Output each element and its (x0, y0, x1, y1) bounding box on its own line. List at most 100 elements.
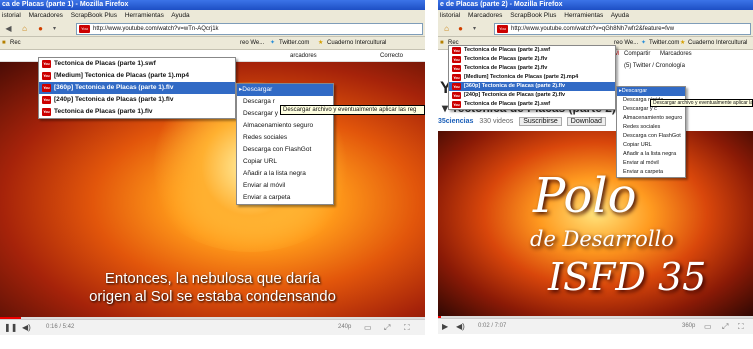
menu-herramientas[interactable]: Herramientas (564, 12, 603, 19)
download-item[interactable]: You Tectonica de Placas (parte 2).flv (449, 55, 615, 64)
back-icon[interactable]: ◀ (2, 23, 15, 35)
subtitle-line-2: origen al Sol se estaba condensando (89, 288, 336, 305)
menu-item-redes[interactable]: Redes sociales (237, 132, 333, 144)
pause-icon[interactable]: ❚❚ (4, 320, 17, 335)
menu-item-copiar-url[interactable]: Copiar URL (617, 141, 685, 150)
download-context-menu: ▸Descargar Descarga r Descargar y conver… (236, 83, 334, 205)
menu-ayuda[interactable]: Ayuda (611, 12, 629, 19)
fullscreen-icon[interactable]: ⛶ (738, 319, 744, 334)
menu-item-redes[interactable]: Redes sociales (617, 123, 685, 132)
menu-scrapbook[interactable]: ScrapBook Plus (71, 12, 117, 19)
youtube-icon: You (42, 96, 51, 104)
quality-selector[interactable]: 360p (682, 319, 695, 334)
menu-item-movil[interactable]: Enviar al móvil (237, 180, 333, 192)
menu-historial[interactable]: istorial (2, 12, 21, 19)
menu-item-flashgot[interactable]: Descarga con FlashGot (617, 132, 685, 141)
fullscreen-icon[interactable]: ⛶ (404, 320, 410, 335)
bookmark-cuaderno[interactable]: Cuaderno Intercultural (688, 37, 747, 49)
download-item[interactable]: You Tectonica de Placas (parte 1).flv (39, 106, 235, 118)
menu-item-almacenamiento[interactable]: Almacenamiento seguro (237, 120, 333, 132)
download-item[interactable]: You Tectonica de Placas (parte 2).swf (449, 100, 615, 109)
nav-toolbar: ◀ ⌂ ● ▾ You http://www.youtube.com/watch… (0, 21, 425, 37)
download-button[interactable]: Download (566, 117, 606, 126)
bookmark-correcto[interactable]: Correcto (380, 50, 403, 62)
youtube-icon: You (452, 65, 461, 72)
youtube-icon: You (452, 92, 461, 99)
youtube-icon: You (452, 101, 461, 108)
menu-historial[interactable]: listorial (440, 12, 460, 19)
screenshot-left: ca de Placas (parte 1) - Mozilla Firefox… (0, 0, 425, 349)
menu-item-copiar-url[interactable]: Copiar URL (237, 156, 333, 168)
youtube-icon: You (452, 56, 461, 63)
dropdown-arrow-icon[interactable]: ▾ (48, 23, 61, 35)
play-icon[interactable]: ▶ (442, 319, 448, 334)
dropdown-arrow-icon[interactable]: ▾ (468, 23, 481, 35)
bookmark-compartir[interactable]: Compartir (624, 51, 650, 57)
home-icon[interactable]: ⌂ (18, 23, 31, 35)
youtube-icon: You (42, 72, 51, 80)
download-item[interactable]: You [240p] Tectonica de Placas (parte 2).… (449, 91, 615, 100)
url-bar[interactable]: You http://www.youtube.com/watch?v=qGh8N… (494, 23, 751, 35)
download-helper-icon[interactable]: ● (454, 23, 467, 35)
menu-item-descargar[interactable]: ▸Descargar (237, 84, 333, 96)
bookmark-more[interactable]: reo We... (240, 37, 264, 49)
bookmark-more[interactable]: reo We... (614, 37, 638, 49)
youtube-favicon-icon: You (497, 25, 508, 33)
bookmark-rec[interactable]: Rec (10, 37, 21, 49)
menu-item-lista-negra[interactable]: Añadir a la lista negra (617, 150, 685, 159)
bookmark-marcadores[interactable]: Marcadores (660, 51, 692, 57)
subscribe-button[interactable]: Suscribirse (519, 117, 562, 126)
bookmark-twitter[interactable]: Twitter.com (279, 37, 309, 49)
youtube-icon: You (452, 83, 461, 90)
menu-ayuda[interactable]: Ayuda (171, 12, 189, 19)
menu-herramientas[interactable]: Herramientas (125, 12, 164, 19)
bookmark-cuaderno[interactable]: Cuaderno Intercultural (327, 37, 386, 49)
folder-icon: ■ (2, 40, 6, 46)
menu-item-descargar[interactable]: ▸Descargar (617, 87, 685, 96)
menu-marcadores[interactable]: Marcadores (468, 12, 502, 19)
video-player[interactable]: Polo de Desarrollo ISFD 35 (438, 131, 753, 316)
menu-bar: istorial Marcadores ScrapBook Plus Herra… (0, 10, 425, 21)
menu-item-lista-negra[interactable]: Añadir a la lista negra (237, 168, 333, 180)
video-text-polo: Polo (533, 168, 637, 224)
download-item-selected[interactable]: You [360p] Tectonica de Placas (parte 1).… (39, 82, 235, 94)
time-display: 0:16 / 5:42 (46, 324, 75, 330)
menu-scrapbook[interactable]: ScrapBook Plus (510, 12, 556, 19)
window-title: e de Placas (parte 2) - Mozilla Firefox (438, 0, 753, 10)
popout-icon[interactable]: ▭ (704, 319, 712, 334)
volume-icon[interactable]: ◀) (456, 319, 465, 334)
bookmark-twitter[interactable]: Twitter.com (649, 37, 679, 49)
bookmark-twitter-cronologia[interactable]: (5) Twitter / Cronología (624, 63, 685, 69)
menu-item-flashgot[interactable]: Descarga con FlashGot (237, 144, 333, 156)
widescreen-icon[interactable]: ⤢ (722, 319, 728, 334)
download-item[interactable]: You [Medium] Tectonica de Placas (parte 2… (449, 73, 615, 82)
twitter-bird-icon: ✦ (270, 40, 276, 46)
quality-selector[interactable]: 240p (338, 320, 351, 335)
download-item[interactable]: You Tectonica de Placas (parte 1).swf (39, 58, 235, 70)
download-item[interactable]: You Tectonica de Placas (parte 2).flv (449, 64, 615, 73)
download-helper-icon[interactable]: ● (34, 23, 47, 35)
bookmark-marcadores[interactable]: arcadores (290, 50, 317, 62)
download-item-selected[interactable]: You [360p] Tectonica de Placas (parte 2).… (449, 82, 615, 91)
menu-item-carpeta[interactable]: Enviar a carpeta (617, 168, 685, 177)
menu-item-movil[interactable]: Enviar al móvil (617, 159, 685, 168)
menu-item-almacenamiento[interactable]: Almacenamiento seguro (617, 114, 685, 123)
download-item[interactable]: You [Medium] Tectonica de Placas (parte 1… (39, 70, 235, 82)
menu-marcadores[interactable]: Marcadores (29, 12, 63, 19)
home-icon[interactable]: ⌂ (440, 23, 453, 35)
download-item[interactable]: You Tectonica de Placas (parte 2).swf (449, 46, 615, 55)
nav-toolbar: ⌂ ● ▾ You http://www.youtube.com/watch?v… (438, 21, 753, 37)
channel-name[interactable]: 35ciencias (438, 118, 473, 125)
url-bar[interactable]: You http://www.youtube.com/watch?v=wTn-A… (76, 23, 423, 35)
menu-item-carpeta[interactable]: Enviar a carpeta (237, 192, 333, 204)
popout-icon[interactable]: ▭ (364, 320, 372, 335)
subtitle-line-1: Entonces, la nebulosa que daría (104, 270, 321, 287)
video-text-isfd: ISFD 35 (548, 255, 707, 299)
volume-icon[interactable]: ◀) (22, 320, 31, 335)
youtube-icon: You (42, 84, 51, 92)
download-item[interactable]: You [240p] Tectonica de Placas (parte 1).… (39, 94, 235, 106)
widescreen-icon[interactable]: ⤢ (384, 320, 390, 335)
tooltip: Descargar archivo y eventualmente aplica… (280, 105, 425, 115)
video-controls: ❚❚ ◀) 0:16 / 5:42 240p ▭ ⤢ ⛶ (0, 319, 425, 335)
star-icon: ★ (318, 40, 324, 46)
